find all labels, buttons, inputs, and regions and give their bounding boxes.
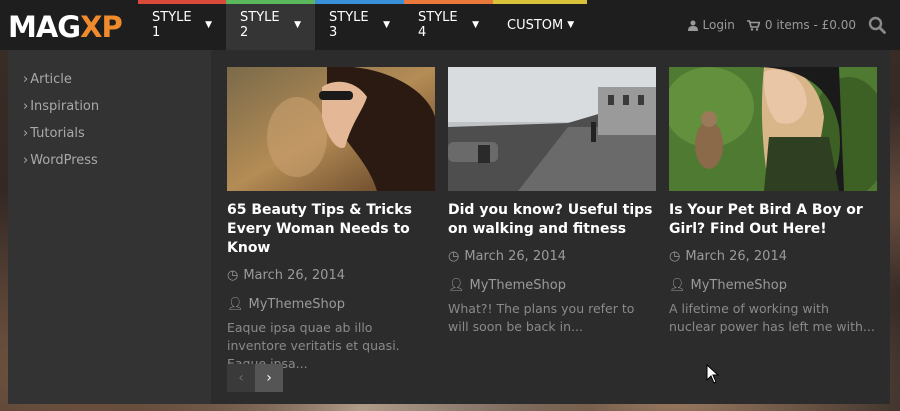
user-icon: 👤︎	[669, 277, 686, 293]
search-icon	[868, 16, 886, 34]
category-label: WordPress	[30, 153, 98, 168]
post-author[interactable]: 👤︎ MyThemeShop	[669, 273, 877, 297]
post-author[interactable]: 👤︎ MyThemeShop	[227, 292, 435, 316]
mouse-cursor-icon	[706, 364, 720, 384]
clock-icon: ◷	[448, 248, 460, 264]
main-menu: STYLE 1 ▼ STYLE 2 ▼ STYLE 3 ▼ STYLE 4 ▼ …	[138, 0, 587, 50]
carousel-pager: ‹ ›	[227, 364, 283, 392]
post-thumbnail-woman-bird[interactable]	[669, 67, 877, 191]
prev-button[interactable]: ‹	[227, 364, 255, 392]
caret-down-icon: ▼	[567, 20, 575, 30]
category-item-article[interactable]: › Article	[8, 66, 211, 93]
menu-style-3[interactable]: STYLE 3 ▼	[315, 0, 404, 50]
caret-down-icon: ▼	[472, 20, 479, 30]
header-right: Login 0 items - £0.00	[687, 0, 887, 50]
post-card: Did you know? Useful tips on walking and…	[448, 67, 656, 336]
post-thumbnail-woman-sunglasses[interactable]	[227, 67, 435, 191]
post-excerpt: A lifetime of working with nuclear power…	[669, 301, 875, 334]
post-card: Is Your Pet Bird A Boy or Girl? Find Out…	[669, 67, 877, 336]
user-icon	[687, 20, 698, 31]
cart-label: 0 items - £0.00	[764, 18, 856, 32]
menu-color-bar	[138, 0, 226, 4]
category-label: Inspiration	[30, 99, 100, 114]
category-list: › Article › Inspiration › Tutorials › Wo…	[8, 50, 211, 404]
menu-style-1[interactable]: STYLE 1 ▼	[138, 0, 226, 50]
user-icon: 👤︎	[448, 277, 465, 293]
chevron-right-icon: ›	[23, 126, 29, 141]
date-text: March 26, 2014	[243, 267, 345, 283]
search-button[interactable]	[868, 16, 886, 34]
post-card: 65 Beauty Tips & Tricks Every Woman Need…	[227, 67, 435, 373]
chevron-right-icon: ›	[23, 153, 29, 168]
mega-menu-dropdown: › Article › Inspiration › Tutorials › Wo…	[8, 50, 890, 404]
category-item-wordpress[interactable]: › WordPress	[8, 147, 211, 174]
caret-down-icon: ▼	[205, 20, 212, 30]
menu-label: CUSTOM	[507, 17, 564, 33]
site-logo[interactable]: MAGXP	[8, 10, 123, 44]
post-grid: 65 Beauty Tips & Tricks Every Woman Need…	[227, 67, 887, 371]
menu-color-bar	[226, 0, 315, 4]
clock-icon: ◷	[669, 248, 681, 264]
menu-custom[interactable]: CUSTOM ▼	[493, 0, 587, 50]
post-excerpt: What?! The plans you refer to will soon …	[448, 301, 635, 334]
category-item-inspiration[interactable]: › Inspiration	[8, 93, 211, 120]
menu-color-bar	[404, 0, 493, 4]
post-title[interactable]: Is Your Pet Bird A Boy or Girl? Find Out…	[669, 201, 877, 239]
login-link[interactable]: Login	[687, 18, 735, 32]
post-title[interactable]: 65 Beauty Tips & Tricks Every Woman Need…	[227, 201, 435, 258]
date-text: March 26, 2014	[464, 248, 566, 264]
category-label: Tutorials	[30, 126, 85, 141]
author-text: MyThemeShop	[690, 277, 787, 293]
chevron-right-icon: ›	[23, 72, 29, 87]
menu-label: STYLE 4	[418, 10, 458, 40]
next-button[interactable]: ›	[255, 364, 283, 392]
login-label: Login	[702, 18, 735, 32]
menu-label: STYLE 1	[152, 10, 192, 40]
menu-style-2[interactable]: STYLE 2 ▼	[226, 0, 315, 50]
category-label: Article	[30, 72, 72, 87]
post-date: ◷ March 26, 2014	[227, 263, 435, 287]
clock-icon: ◷	[227, 267, 239, 283]
menu-color-bar	[315, 0, 404, 4]
menu-style-4[interactable]: STYLE 4 ▼	[404, 0, 493, 50]
caret-down-icon: ▼	[294, 20, 301, 30]
top-navbar: MAGXP STYLE 1 ▼ STYLE 2 ▼ STYLE 3 ▼ STYL…	[0, 0, 900, 50]
menu-label: STYLE 3	[329, 10, 369, 40]
post-title[interactable]: Did you know? Useful tips on walking and…	[448, 201, 656, 239]
menu-label: STYLE 2	[240, 10, 280, 40]
logo-accent-text: XP	[80, 10, 123, 44]
caret-down-icon: ▼	[383, 20, 390, 30]
category-item-tutorials[interactable]: › Tutorials	[8, 120, 211, 147]
cart-link[interactable]: 0 items - £0.00	[746, 18, 856, 32]
post-author[interactable]: 👤︎ MyThemeShop	[448, 273, 656, 297]
logo-main-text: MAG	[8, 10, 81, 44]
chevron-right-icon: ›	[23, 99, 29, 114]
date-text: March 26, 2014	[685, 248, 787, 264]
post-date: ◷ March 26, 2014	[448, 244, 656, 268]
user-icon: 👤︎	[227, 296, 244, 312]
cart-icon	[746, 19, 760, 31]
menu-color-bar	[493, 0, 587, 4]
author-text: MyThemeShop	[248, 296, 345, 312]
post-date: ◷ March 26, 2014	[669, 244, 877, 268]
author-text: MyThemeShop	[469, 277, 566, 293]
post-thumbnail-street[interactable]	[448, 67, 656, 191]
